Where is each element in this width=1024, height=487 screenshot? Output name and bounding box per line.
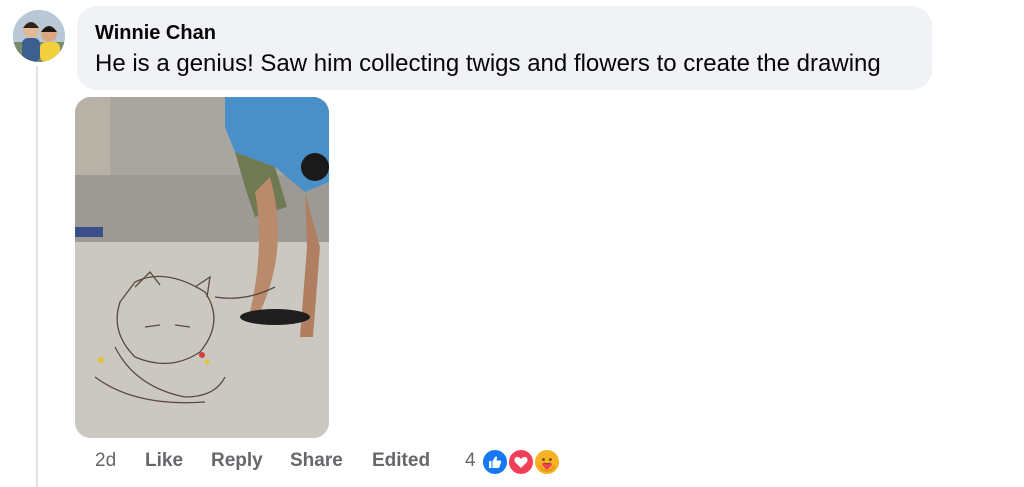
avatar-image [13,10,65,62]
comment-author[interactable]: Winnie Chan [95,22,216,45]
edited-label[interactable]: Edited [372,450,430,472]
love-icon[interactable] [507,448,535,476]
care-icon[interactable] [533,448,561,476]
comment-actions: 2d Like Reply Share Edited 4 [0,448,1024,476]
share-button[interactable]: Share [290,450,343,472]
photo-image [75,97,329,438]
like-icon[interactable] [481,448,509,476]
comment-photo[interactable] [75,97,329,438]
avatar[interactable] [13,10,65,62]
thread-line [36,66,38,487]
reaction-count[interactable]: 4 [465,450,476,472]
comment-time[interactable]: 2d [95,450,116,472]
reply-button[interactable]: Reply [211,450,263,472]
like-button[interactable]: Like [145,450,183,472]
comment-bubble: Winnie Chan He is a genius! Saw him coll… [77,6,932,90]
comment-text: He is a genius! Saw him collecting twigs… [95,50,881,77]
